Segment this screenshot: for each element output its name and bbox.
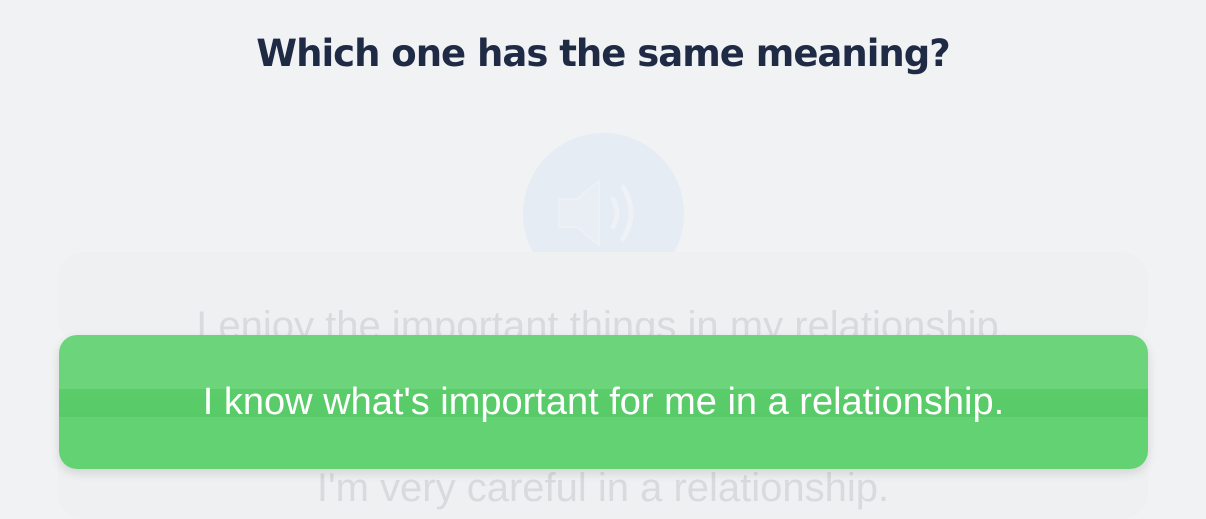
option-card-selected[interactable]: I know what's important for me in a rela… <box>59 335 1148 469</box>
option-label-selected: I know what's important for me in a rela… <box>202 381 1005 423</box>
question-title: Which one has the same meaning? <box>256 32 950 75</box>
option-label-3: I'm very careful in a relationship. <box>316 466 890 510</box>
speaker-icon <box>558 178 634 248</box>
